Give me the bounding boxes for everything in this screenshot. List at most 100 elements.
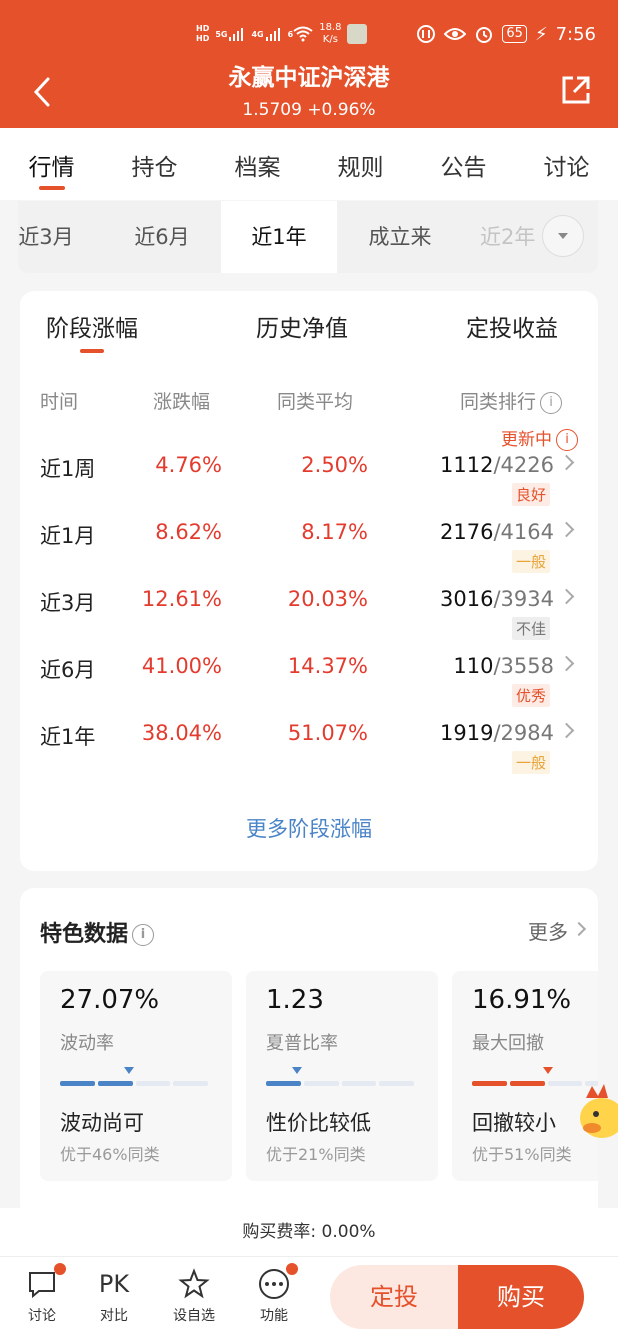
row-peer-average: 51.07%: [287, 721, 368, 745]
metric-value: 1.23: [266, 985, 324, 1015]
add-watchlist-button[interactable]: 设自选: [162, 1265, 226, 1325]
network-4g-label: 4G: [251, 29, 264, 39]
clock: 7:56: [555, 23, 596, 45]
metric-name: 最大回撤: [472, 1033, 544, 1054]
mascot-duck-icon[interactable]: [578, 1084, 618, 1144]
row-change: 38.04%: [141, 721, 222, 745]
metric-name: 波动率: [60, 1033, 114, 1054]
period-6m[interactable]: 近6月: [118, 201, 206, 273]
main-tab-bar: 行情 持仓 档案 规则 公告 讨论: [0, 128, 618, 200]
period-1y[interactable]: 近1年: [221, 201, 337, 273]
period-since-inception[interactable]: 成立来: [352, 201, 448, 273]
row-rank: 3016/3934: [440, 587, 554, 611]
subtab-sip-returns[interactable]: 定投收益: [466, 309, 558, 343]
notification-dot: [286, 1263, 298, 1275]
metric-value: 27.07%: [60, 985, 160, 1015]
rank-badge: 优秀: [511, 684, 550, 707]
table-row[interactable]: 近3月 12.61% 20.03% 3016/3934 不佳: [20, 587, 598, 653]
metric-level-bar: [266, 1081, 414, 1086]
tab-discussion[interactable]: 讨论: [515, 128, 618, 200]
metric-sharpe-ratio[interactable]: 1.23 夏普比率 性价比较低 优于21%同类: [246, 971, 438, 1181]
nav-change: +0.96%: [307, 100, 376, 120]
more-dots-icon: [259, 1269, 289, 1299]
metric-marker-icon: [124, 1067, 134, 1074]
row-change: 12.61%: [141, 587, 222, 611]
chat-bubble-icon: [29, 1272, 55, 1299]
status-bar: HD HD 5G 4G 6 18.8 K/s 65 ⚡ 7:56: [196, 16, 596, 52]
metric-value: 16.91%: [472, 985, 572, 1015]
table-row[interactable]: 近1周 4.76% 2.50% 1112/4226 良好: [20, 453, 598, 519]
battery-icon: 65: [502, 25, 527, 43]
nfc-icon: [417, 25, 436, 43]
chevron-right-icon: [558, 454, 575, 471]
row-period: 近1周: [40, 457, 96, 481]
table-row[interactable]: 近1年 38.04% 51.07% 1919/2984 一般: [20, 721, 598, 787]
table-row[interactable]: 近6月 41.00% 14.37% 110/3558 优秀: [20, 654, 598, 720]
row-peer-average: 2.50%: [301, 453, 368, 477]
table-row[interactable]: 近1月 8.62% 8.17% 2176/4164 一般: [20, 520, 598, 586]
row-peer-average: 14.37%: [287, 654, 368, 678]
rank-badge: 一般: [511, 751, 550, 774]
star-plus-icon: [178, 1268, 210, 1299]
functions-button[interactable]: 功能: [242, 1263, 306, 1325]
notification-dot: [54, 1263, 66, 1275]
network-speed: 18.8 K/s: [319, 22, 342, 45]
row-period: 近1年: [40, 725, 96, 749]
feature-info-icon[interactable]: i: [132, 924, 155, 946]
rank-badge: 一般: [511, 550, 550, 573]
chevron-right-icon: [558, 521, 575, 538]
period-dropdown-button[interactable]: [542, 215, 584, 257]
alarm-icon: [476, 27, 493, 43]
buy-button[interactable]: 购买: [458, 1265, 584, 1329]
row-rank: 1112/4226: [440, 453, 554, 477]
tab-rules[interactable]: 规则: [309, 128, 412, 200]
period-3m[interactable]: 近3月: [18, 201, 78, 273]
network-5g-label: 5G: [215, 29, 228, 39]
more-stage-returns-link[interactable]: 更多阶段涨幅: [20, 813, 598, 843]
tab-holdings[interactable]: 持仓: [103, 128, 206, 200]
charging-icon: ⚡: [534, 23, 548, 45]
row-rank: 1919/2984: [440, 721, 554, 745]
row-period: 近6月: [40, 658, 96, 682]
share-button[interactable]: [560, 74, 592, 106]
period-2y[interactable]: 近2年: [480, 201, 550, 273]
header-peer-rank: 同类排行 i: [460, 387, 563, 414]
header-peer-average: 同类平均: [277, 391, 354, 413]
sip-button[interactable]: 定投: [330, 1265, 458, 1329]
rank-info-icon[interactable]: i: [540, 391, 563, 414]
metric-max-drawdown[interactable]: 16.91% 最大回撤 回撤较小 优于51%同类: [452, 971, 598, 1181]
update-info-icon[interactable]: i: [556, 429, 578, 451]
metric-volatility[interactable]: 27.07% 波动率 波动尚可 优于46%同类: [40, 971, 232, 1181]
notification-avatar-icon: [347, 24, 368, 44]
tab-announcements[interactable]: 公告: [412, 128, 515, 200]
performance-card: 阶段涨幅 历史净值 定投收益 时间 涨跌幅 同类平均 同类排行 i 更新中 i 近1…: [20, 291, 598, 871]
purchase-fee: 购买费率: 0.00%: [0, 1208, 618, 1256]
tab-market[interactable]: 行情: [0, 128, 103, 200]
chevron-right-icon: [558, 655, 575, 672]
chevron-right-icon: [558, 588, 575, 605]
signal-icon: [229, 27, 244, 41]
metric-verdict: 回撤较小: [472, 1111, 556, 1135]
rank-badge: 不佳: [511, 617, 550, 640]
row-peer-average: 20.03%: [287, 587, 368, 611]
rank-badge: 良好: [511, 483, 550, 506]
compare-button[interactable]: PK 对比: [82, 1265, 146, 1325]
feature-more-link[interactable]: 更多: [528, 916, 568, 945]
metric-note: 优于51%同类: [472, 1145, 572, 1164]
bottom-action-bar: 讨论 PK 对比 设自选 功能 定投 购买: [0, 1256, 618, 1339]
tab-profile[interactable]: 档案: [206, 128, 309, 200]
row-change: 8.62%: [155, 520, 222, 544]
nav-value: 1.5709: [242, 100, 302, 120]
metric-marker-icon: [292, 1067, 302, 1074]
header-change: 涨跌幅: [153, 391, 211, 413]
metric-verdict: 波动尚可: [60, 1111, 144, 1135]
subtab-stage-returns[interactable]: 阶段涨幅: [46, 309, 138, 353]
feature-data-title: 特色数据 i: [40, 916, 155, 948]
metric-note: 优于21%同类: [266, 1145, 366, 1164]
hd-indicator: HD HD: [196, 24, 210, 43]
discuss-button[interactable]: 讨论: [10, 1263, 74, 1325]
row-period: 近1月: [40, 524, 96, 548]
fund-nav: 1.5709 +0.96%: [0, 100, 618, 120]
subtab-historical-nav[interactable]: 历史净值: [256, 309, 348, 343]
period-selector: 近3月 近6月 近1年 成立来 近2年: [18, 201, 598, 273]
